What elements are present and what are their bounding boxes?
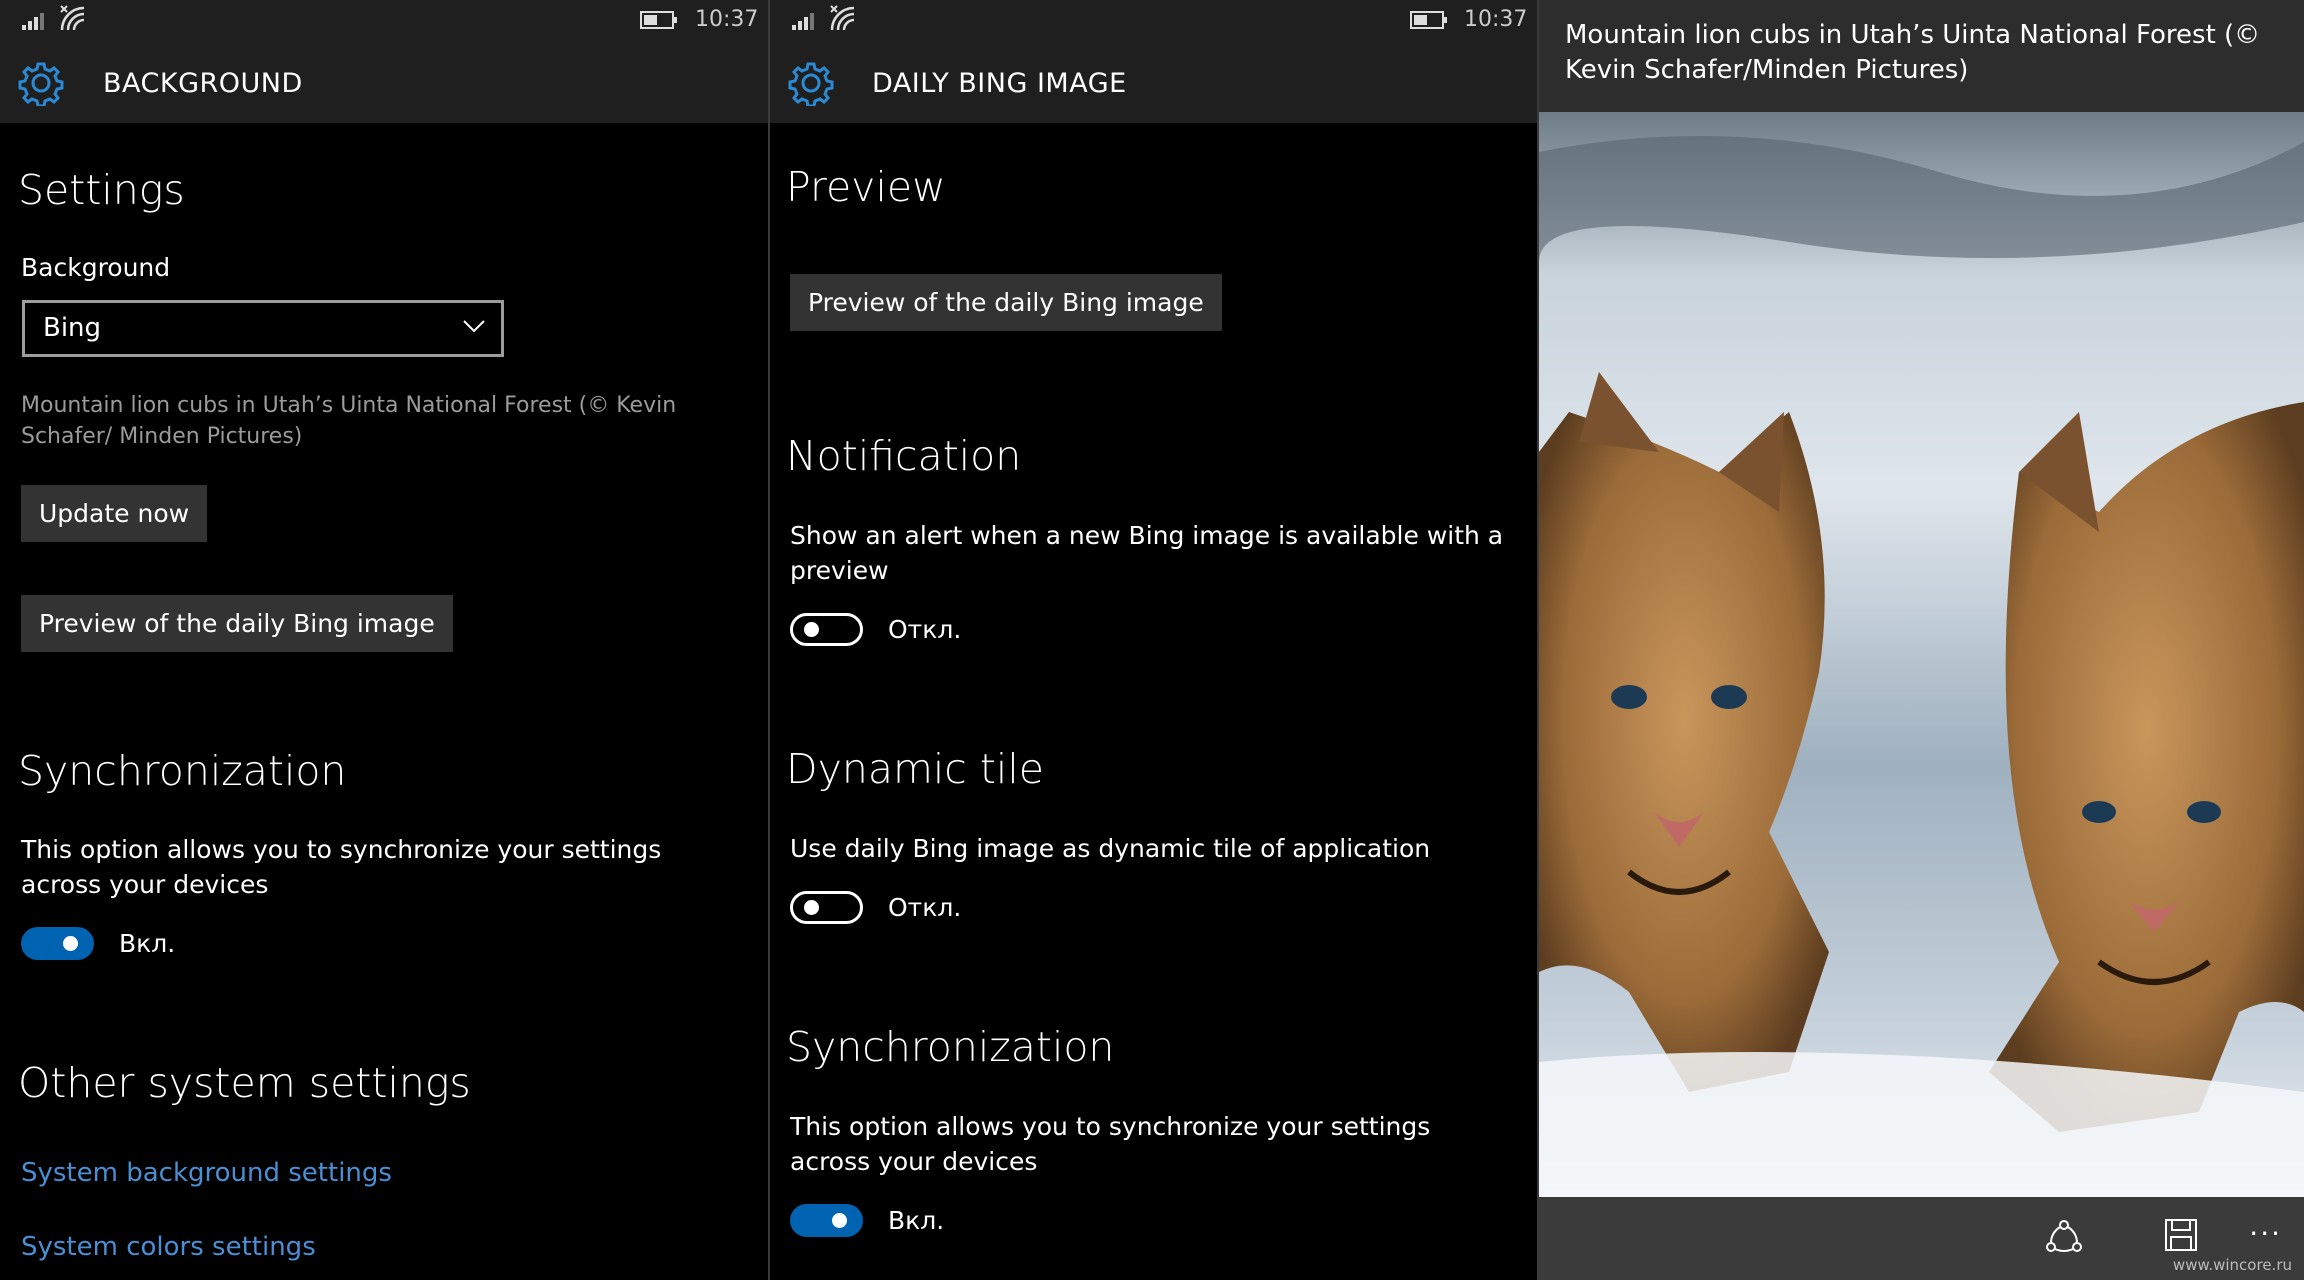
- chevron-down-icon: [463, 320, 485, 333]
- signal-icon: [792, 13, 814, 30]
- title-bar: DAILY BING IMAGE: [770, 38, 1537, 123]
- dynamic-tile-toggle-label: Откл.: [888, 893, 962, 922]
- update-now-button[interactable]: Update now: [21, 485, 208, 542]
- background-label: Background: [21, 253, 171, 282]
- image-viewer-panel: Mountain lion cubs in Utah’s Uinta Natio…: [1539, 0, 2304, 1280]
- share-icon[interactable]: [2044, 1217, 2084, 1257]
- dynamic-tile-description: Use daily Bing image as dynamic tile of …: [790, 834, 1431, 863]
- sync-heading: Synchronization: [18, 747, 347, 795]
- sync-heading: Synchronization: [786, 1023, 1115, 1071]
- sync-description: This option allows you to synchronize yo…: [21, 835, 662, 899]
- background-dropdown-value: Bing: [43, 313, 102, 343]
- save-icon[interactable]: [2163, 1217, 2199, 1253]
- title-bar: BACKGROUND: [0, 38, 768, 123]
- sync-toggle-label: Вкл.: [888, 1206, 945, 1235]
- more-icon[interactable]: ...: [2249, 1209, 2282, 1242]
- gear-icon: [18, 62, 64, 106]
- battery-icon: [1410, 11, 1447, 29]
- image-caption: Mountain lion cubs in Utah’s Uinta Natio…: [1565, 20, 2261, 85]
- watermark: www.wincore.ru: [2172, 1256, 2292, 1274]
- toggle-knob: [63, 936, 78, 951]
- toggle-knob: [804, 900, 819, 915]
- app-bar: ... www.wincore.ru: [1539, 1197, 2304, 1280]
- system-background-link[interactable]: System background settings: [21, 1158, 392, 1188]
- toggle-knob: [804, 622, 819, 637]
- page-title: DAILY BING IMAGE: [872, 68, 1127, 99]
- clock: 10:37: [695, 7, 759, 32]
- clock: 10:37: [1464, 7, 1528, 32]
- page-title: BACKGROUND: [103, 68, 303, 99]
- wifi-icon: [830, 5, 855, 31]
- other-settings-heading: Other system settings: [18, 1059, 471, 1107]
- wifi-icon: [60, 5, 85, 31]
- background-dropdown[interactable]: Bing: [22, 300, 504, 357]
- signal-icon: [22, 13, 44, 30]
- sync-description: This option allows you to synchronize yo…: [790, 1112, 1431, 1176]
- notification-heading: Notification: [786, 432, 1022, 480]
- toggle-knob: [832, 1213, 847, 1228]
- background-settings-panel: 10:37 BACKGROUND Settings Background Bin…: [0, 0, 768, 1280]
- preview-button[interactable]: Preview of the daily Bing image: [21, 595, 453, 652]
- dynamic-tile-heading: Dynamic tile: [786, 745, 1044, 793]
- sync-toggle[interactable]: [790, 1204, 863, 1237]
- sync-toggle-label: Вкл.: [119, 929, 176, 958]
- status-bar: 10:37: [0, 0, 768, 38]
- bing-photo[interactable]: [1539, 112, 2304, 1197]
- dynamic-tile-toggle[interactable]: [790, 891, 863, 924]
- status-bar: 10:37: [770, 0, 1537, 38]
- preview-heading: Preview: [786, 163, 946, 211]
- system-colors-link[interactable]: System colors settings: [21, 1232, 316, 1262]
- daily-bing-image-panel: 10:37 DAILY BING IMAGE Preview Preview o…: [770, 0, 1537, 1280]
- battery-icon: [640, 11, 677, 29]
- image-caption: Mountain lion cubs in Utah’s Uinta Natio…: [21, 393, 677, 449]
- gear-icon: [788, 62, 834, 106]
- notification-description: Show an alert when a new Bing image is a…: [790, 521, 1504, 585]
- preview-button[interactable]: Preview of the daily Bing image: [790, 274, 1222, 331]
- sync-toggle[interactable]: [21, 927, 94, 960]
- notification-toggle-label: Откл.: [888, 615, 962, 644]
- notification-toggle[interactable]: [790, 613, 863, 646]
- settings-heading: Settings: [18, 166, 185, 214]
